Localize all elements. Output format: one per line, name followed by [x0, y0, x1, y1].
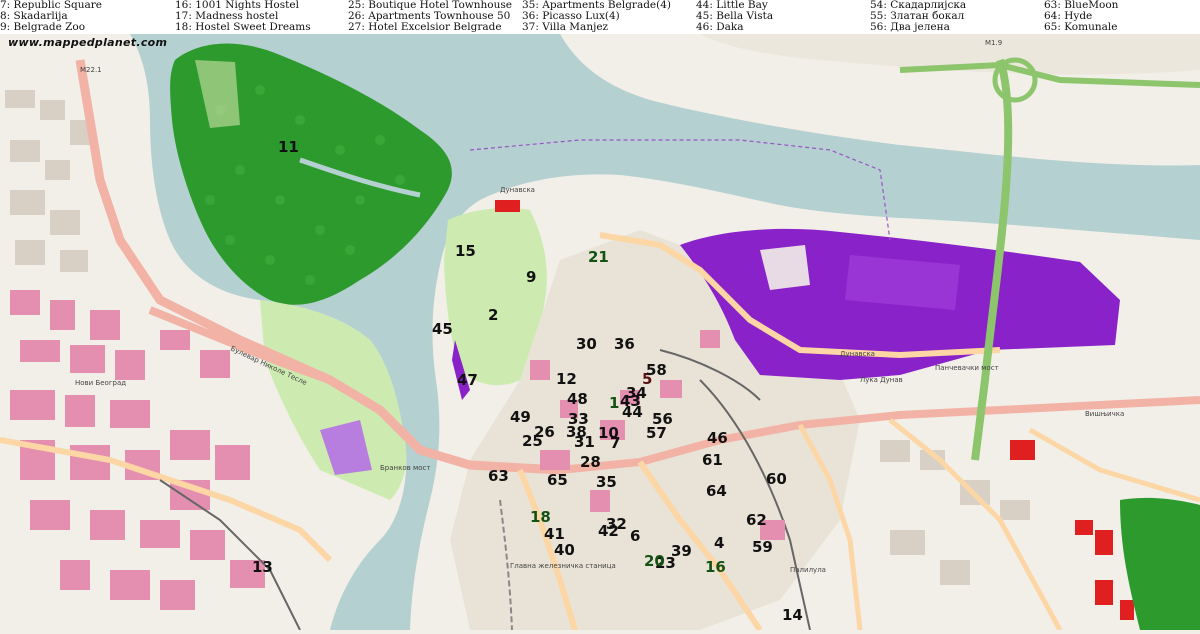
poi-marker-40[interactable]: 40	[554, 541, 575, 559]
poi-marker-64[interactable]: 64	[706, 482, 727, 500]
poi-marker-16[interactable]: 16	[705, 558, 726, 576]
poi-marker-12[interactable]: 12	[556, 370, 577, 388]
poi-marker-28[interactable]: 28	[580, 453, 601, 471]
poi-marker-6[interactable]: 6	[630, 527, 640, 545]
poi-marker-4[interactable]: 4	[714, 534, 724, 552]
label-pancevo-bridge: Панчевачки мост	[935, 364, 999, 372]
label-vishnjicka: Вишњичка	[1085, 410, 1124, 418]
poi-marker-21[interactable]: 21	[588, 248, 609, 266]
label-m22: M22.1	[80, 66, 102, 74]
poi-marker-20[interactable]: 20	[644, 552, 665, 570]
label-main-station: Главна железничка станица	[510, 562, 616, 570]
legend: 7: Republic Square 8: Skadarlija 9: Belg…	[0, 0, 1200, 34]
legend-col-5-row-3: 46: Daka	[696, 21, 744, 33]
poi-marker-48[interactable]: 48	[567, 390, 588, 408]
poi-marker-14[interactable]: 14	[782, 606, 803, 624]
poi-marker-45[interactable]: 45	[432, 320, 453, 338]
poi-marker-2[interactable]: 2	[488, 306, 498, 324]
poi-marker-26[interactable]: 26	[534, 423, 555, 441]
poi-marker-59[interactable]: 59	[752, 538, 773, 556]
poi-marker-30[interactable]: 30	[576, 335, 597, 353]
poi-marker-44[interactable]: 44	[622, 403, 643, 421]
poi-marker-15[interactable]: 15	[455, 242, 476, 260]
poi-marker-42[interactable]: 42	[598, 522, 619, 540]
poi-marker-38[interactable]: 38	[566, 423, 587, 441]
poi-marker-62[interactable]: 62	[746, 511, 767, 529]
poi-marker-1[interactable]: 1	[609, 394, 619, 412]
label-port: Лука Дунав	[860, 376, 903, 384]
poi-marker-49[interactable]: 49	[510, 408, 531, 426]
poi-marker-13[interactable]: 13	[252, 558, 273, 576]
poi-marker-9[interactable]: 9	[526, 268, 536, 286]
poi-marker-11[interactable]: 11	[278, 138, 299, 156]
poi-marker-65[interactable]: 65	[547, 471, 568, 489]
poi-marker-46[interactable]: 46	[707, 429, 728, 447]
poi-marker-60[interactable]: 60	[766, 470, 787, 488]
poi-marker-35[interactable]: 35	[596, 473, 617, 491]
poi-marker-57[interactable]: 57	[646, 424, 667, 442]
legend-col-2-row-3: 18: Hostel Sweet Dreams	[175, 21, 311, 33]
map-canvas: Дунавска Дунавска Лука Дунав Панчевачки …	[0, 34, 1200, 632]
legend-col-7-row-3: 65: Komunale	[1044, 21, 1118, 33]
poi-marker-18[interactable]: 18	[530, 508, 551, 526]
label-dunavska-south: Дунавска	[840, 350, 875, 358]
label-brankov-bridge: Бранков мост	[380, 464, 430, 472]
watermark: www.mappedplanet.com	[8, 36, 168, 49]
poi-marker-36[interactable]: 36	[614, 335, 635, 353]
label-dunavska-north: Дунавска	[500, 186, 535, 194]
label-palilula: Палилула	[790, 566, 826, 574]
legend-col-6-row-3: 56: Два јелена	[870, 21, 950, 33]
city-map[interactable]: Дунавска Дунавска Лука Дунав Панчевачки …	[0, 34, 1200, 632]
poi-marker-61[interactable]: 61	[702, 451, 723, 469]
poi-marker-10[interactable]: 10	[598, 424, 619, 442]
poi-marker-41[interactable]: 41	[544, 525, 565, 543]
legend-col-1-row-3: 9: Belgrade Zoo	[0, 21, 86, 33]
poi-marker-39[interactable]: 39	[671, 542, 692, 560]
legend-col-3-row-3: 27: Hotel Excelsior Belgrade	[348, 21, 502, 33]
legend-col-4-row-3: 37: Villa Manjez	[522, 21, 609, 33]
poi-marker-47[interactable]: 47	[457, 371, 478, 389]
label-m19: M1.9	[985, 39, 1002, 47]
poi-marker-63[interactable]: 63	[488, 467, 509, 485]
label-novi-beograd: Нови Београд	[75, 379, 126, 387]
poi-marker-58[interactable]: 58	[646, 361, 667, 379]
